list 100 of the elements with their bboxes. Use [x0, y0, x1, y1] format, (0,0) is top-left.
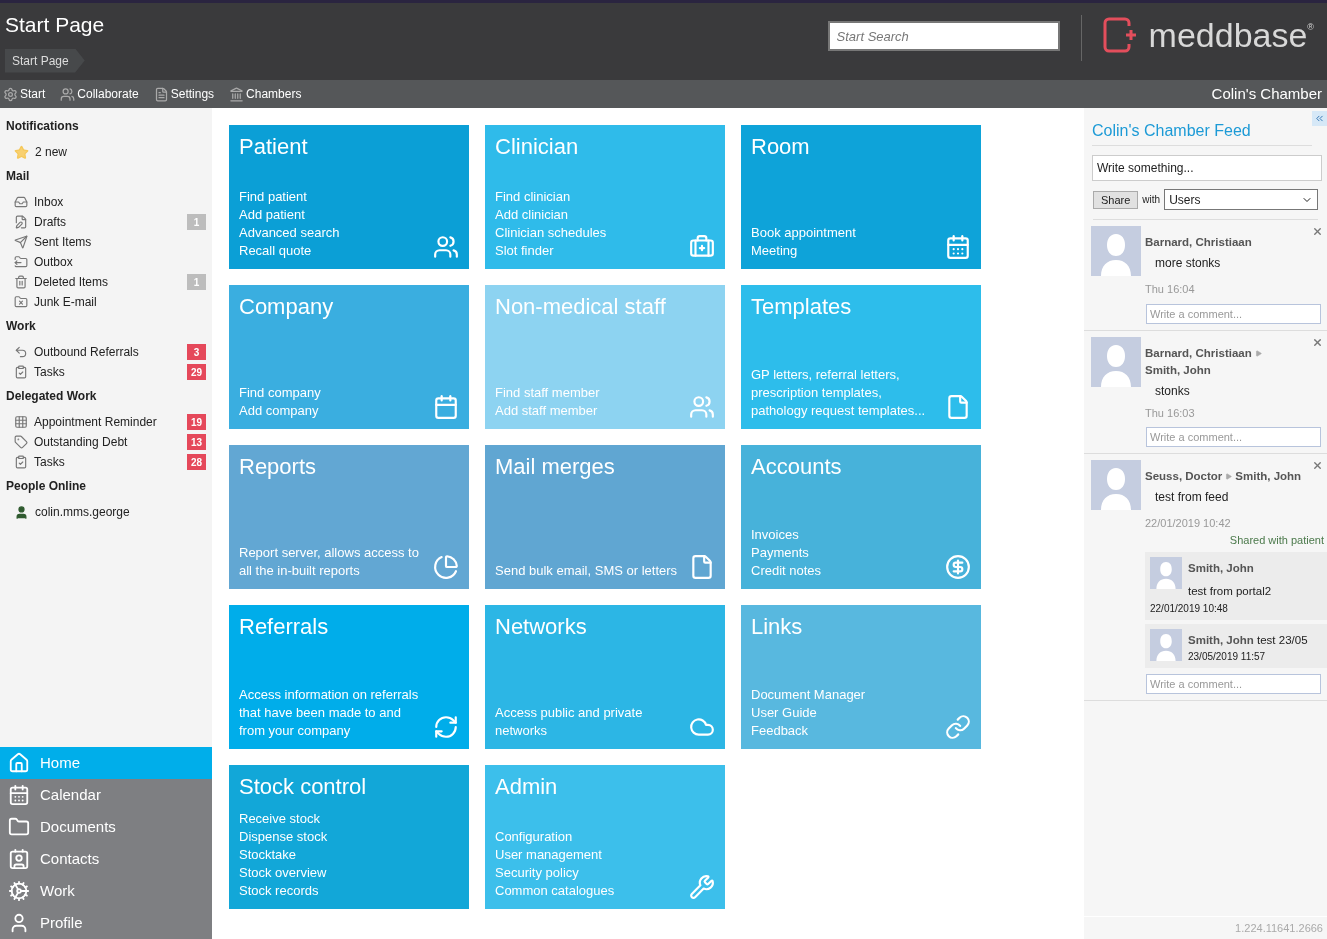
- tile-link[interactable]: Send bulk email, SMS or letters: [495, 562, 678, 580]
- module-tile[interactable]: Mail merges Send bulk email, SMS or letters: [485, 445, 725, 589]
- toolbar-button[interactable]: Start: [3, 85, 46, 103]
- link-icon: [945, 714, 971, 740]
- post-author[interactable]: Barnard, Christiaan: [1145, 346, 1252, 359]
- sidebar-item[interactable]: Deleted Items: [34, 273, 109, 291]
- close-icon[interactable]: [1312, 460, 1323, 471]
- share-button[interactable]: Share: [1093, 190, 1139, 209]
- calendar-icon: [8, 784, 30, 806]
- tile-link[interactable]: Slot finder: [495, 242, 607, 260]
- tile-link[interactable]: Book appointment: [751, 224, 856, 242]
- section-heading: Work: [6, 318, 37, 335]
- module-tile[interactable]: Reports Report server, allows access to all the in-built reports: [229, 445, 469, 589]
- sidebar-item[interactable]: Junk E-mail: [34, 293, 97, 311]
- nav-item[interactable]: Profile: [0, 907, 212, 939]
- tile-link[interactable]: Dispense stock: [239, 828, 328, 846]
- module-tile[interactable]: Clinician Find clinician Add clinician Clinician schedules Slot finder: [485, 125, 725, 269]
- tile-title: Stock control: [239, 773, 368, 801]
- tile-link[interactable]: Stock records: [239, 882, 328, 900]
- tile-link[interactable]: User management: [495, 846, 615, 864]
- toolbar-button[interactable]: Collaborate: [60, 85, 139, 103]
- tile-link[interactable]: GP letters, referral letters, prescription templates, pathology request templates...: [751, 366, 939, 420]
- tile-link[interactable]: Security policy: [495, 864, 615, 882]
- search-field[interactable]: Start Search: [827, 21, 1060, 51]
- tile-link[interactable]: Payments: [751, 544, 822, 562]
- tile-link[interactable]: Clinician schedules: [495, 224, 607, 242]
- nav-item[interactable]: Calendar: [0, 779, 212, 811]
- tile-link[interactable]: User Guide: [751, 704, 866, 722]
- tile-link[interactable]: Add staff member: [495, 402, 600, 420]
- sidebar-item[interactable]: colin.mms.george: [35, 503, 130, 521]
- tile-link[interactable]: Document Manager: [751, 686, 866, 704]
- close-icon[interactable]: [1312, 336, 1323, 348]
- tile-link[interactable]: Find company: [239, 384, 321, 402]
- tile-link[interactable]: Advanced search: [239, 224, 340, 242]
- tile-link[interactable]: Report server, allows access to all the in-built reports: [239, 544, 427, 580]
- tile-link[interactable]: Add patient: [239, 206, 340, 224]
- tile-link[interactable]: Feedback: [751, 722, 866, 740]
- module-tile[interactable]: Accounts Invoices Payments Credit notes: [741, 445, 981, 589]
- tile-link[interactable]: Find staff member: [495, 384, 600, 402]
- sidebar-item[interactable]: Inbox: [34, 193, 64, 211]
- comment-field[interactable]: Write a comment...: [1146, 303, 1321, 324]
- share-note: Shared with patient: [1228, 532, 1325, 548]
- tile-link[interactable]: Add company: [239, 402, 321, 420]
- tile-link[interactable]: Find patient: [239, 188, 340, 206]
- count-badge: 19: [187, 414, 206, 430]
- tile-link[interactable]: Find clinician: [495, 188, 607, 206]
- module-tile[interactable]: Referrals Access information on referrals that have been made to and from your company: [229, 605, 469, 749]
- sidebar-item[interactable]: Outstanding Debt: [34, 433, 128, 451]
- breadcrumb[interactable]: Start Page: [5, 48, 85, 73]
- audience-select[interactable]: Users: [1164, 189, 1318, 210]
- tile-link[interactable]: Access information on referrals that have been made to and from your company: [239, 686, 427, 740]
- comment-field[interactable]: Write a comment...: [1146, 673, 1321, 694]
- tile-link[interactable]: Receive stock: [239, 810, 328, 828]
- tile-link[interactable]: Common catalogues: [495, 882, 615, 900]
- sidebar-item[interactable]: Tasks: [34, 453, 65, 471]
- module-tile[interactable]: Company Find company Add company: [229, 285, 469, 429]
- comment-field[interactable]: Write a comment...: [1146, 427, 1321, 447]
- post-field[interactable]: Write something...: [1092, 155, 1322, 181]
- sidebar-item[interactable]: Drafts: [34, 213, 66, 231]
- nav-item[interactable]: Documents: [0, 811, 212, 843]
- module-tile[interactable]: Stock control Receive stock Dispense stock Stocktake Stock overview Stock records: [229, 765, 469, 909]
- tile-link[interactable]: Stocktake: [239, 846, 328, 864]
- module-tile[interactable]: Networks Access public and private networks: [485, 605, 725, 749]
- sidebar-item[interactable]: Sent Items: [34, 233, 92, 251]
- module-tile[interactable]: Admin Configuration User management Security policy Common catalogues: [485, 765, 725, 909]
- post-recipient[interactable]: Smith, John: [1145, 363, 1211, 376]
- arrow-icon: [1225, 473, 1233, 481]
- tile-link[interactable]: Meeting: [751, 242, 856, 260]
- nav-item[interactable]: Contacts: [0, 843, 212, 875]
- module-tile[interactable]: Non-medical staff Find staff member Add staff member: [485, 285, 725, 429]
- nav-item[interactable]: Home: [0, 747, 212, 779]
- tile-link[interactable]: Stock overview: [239, 864, 328, 882]
- tile-link[interactable]: Credit notes: [751, 562, 822, 580]
- section-heading: Notifications: [6, 118, 80, 135]
- post-author[interactable]: Barnard, Christiaan: [1145, 236, 1252, 248]
- nav-item[interactable]: Work: [0, 875, 212, 907]
- sidebar-item[interactable]: Outbox: [34, 253, 73, 271]
- post-recipient[interactable]: Smith, John: [1235, 470, 1302, 482]
- post-author[interactable]: Seuss, Doctor: [1145, 470, 1223, 482]
- tile-link[interactable]: Access public and private networks: [495, 704, 683, 740]
- outbox-icon: [14, 255, 28, 269]
- sidebar-item[interactable]: Outbound Referrals: [34, 343, 139, 361]
- module-tile[interactable]: Links Document Manager User Guide Feedback: [741, 605, 981, 749]
- count-badge: 13: [187, 434, 206, 450]
- logo-icon: [1102, 17, 1139, 53]
- tile-link[interactable]: Add clinician: [495, 206, 607, 224]
- tile-link[interactable]: Recall quote: [239, 242, 340, 260]
- sidebar-item[interactable]: 2 new: [35, 143, 68, 161]
- people-icon: [689, 394, 715, 420]
- tile-link[interactable]: Invoices: [751, 526, 822, 544]
- module-tile[interactable]: Templates GP letters, referral letters, prescription templates, pathology request templates...: [741, 285, 981, 429]
- folder-icon: [8, 816, 30, 838]
- toolbar-button[interactable]: Settings: [153, 85, 215, 103]
- sidebar-item[interactable]: Appointment Reminder: [34, 413, 157, 431]
- module-tile[interactable]: Patient Find patient Add patient Advanced search Recall quote: [229, 125, 469, 269]
- module-tile[interactable]: Room Book appointment Meeting: [741, 125, 981, 269]
- sidebar-item[interactable]: Tasks: [34, 363, 65, 381]
- close-icon[interactable]: [1312, 226, 1323, 237]
- toolbar-button[interactable]: Chambers: [229, 85, 302, 103]
- tile-link[interactable]: Configuration: [495, 828, 615, 846]
